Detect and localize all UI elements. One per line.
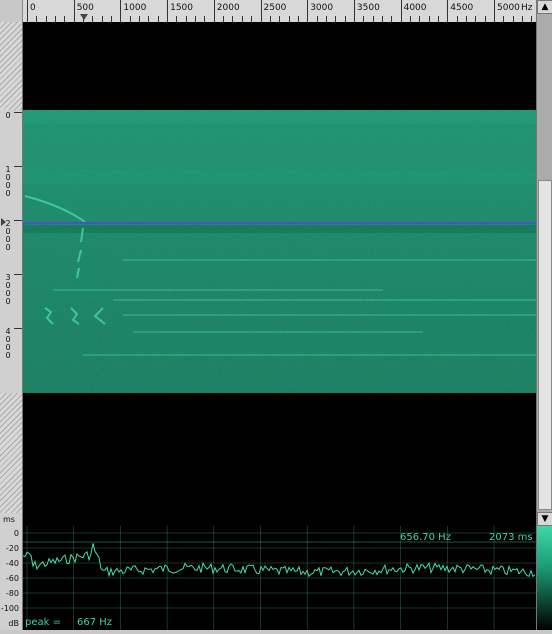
time-tick-label: 4000 bbox=[5, 327, 11, 360]
vertical-scrollbar[interactable]: ▲ ▼ bbox=[536, 0, 552, 526]
frequency-tick-label: 2500 bbox=[263, 3, 287, 13]
time-unit-label: ms bbox=[3, 515, 15, 524]
frequency-readout: 656.70 Hz bbox=[400, 532, 451, 543]
peak-readout: 667 Hz bbox=[77, 617, 113, 628]
spectrum-trace-svg bbox=[22, 526, 536, 630]
db-tick-label: -60 bbox=[5, 574, 19, 583]
db-tick-label: -20 bbox=[5, 544, 19, 553]
frequency-tick-label: 3000 bbox=[310, 3, 334, 13]
frequency-tick-label: 3500 bbox=[356, 3, 380, 13]
frequency-tick-label: 1500 bbox=[170, 3, 193, 13]
db-tick-label: -80 bbox=[5, 589, 19, 598]
frequency-major-tick bbox=[213, 0, 215, 22]
db-tick-label: -40 bbox=[5, 559, 19, 568]
frequency-tick-label: 5000 bbox=[497, 3, 520, 13]
scrollbar-thumb[interactable] bbox=[538, 180, 552, 510]
frequency-major-tick bbox=[167, 0, 169, 22]
db-tick-label: 0 bbox=[13, 529, 19, 538]
scroll-down-button[interactable]: ▼ bbox=[537, 512, 552, 526]
frequency-tick-label: 4000 bbox=[403, 3, 427, 13]
time-major-tick bbox=[14, 220, 22, 221]
frequency-major-tick bbox=[73, 0, 75, 22]
peak-label: peak = bbox=[25, 617, 61, 628]
frequency-major-tick bbox=[260, 0, 262, 22]
time-tick-label: 1000 bbox=[5, 165, 11, 198]
frequency-tick-label: 2000 bbox=[216, 3, 240, 13]
db-unit-label: dB bbox=[8, 619, 19, 628]
time-tick-label: 3000 bbox=[5, 273, 11, 306]
ruler-corner bbox=[0, 0, 23, 22]
spectrogram-image[interactable] bbox=[23, 110, 536, 393]
spectrum-graph[interactable]: 656.70 Hz 2073 ms peak = 667 Hz bbox=[22, 526, 536, 630]
frequency-major-tick bbox=[400, 0, 402, 22]
frequency-major-tick bbox=[447, 0, 449, 22]
time-major-tick bbox=[14, 328, 22, 329]
frequency-tick-label: 500 bbox=[76, 3, 94, 13]
spectrogram-view[interactable] bbox=[23, 22, 536, 526]
frequency-major-tick bbox=[353, 0, 355, 22]
time-major-tick bbox=[14, 166, 22, 167]
time-major-tick bbox=[14, 274, 22, 275]
ruler-hatch-bottom bbox=[0, 393, 22, 513]
time-readout: 2073 ms bbox=[489, 532, 533, 543]
frequency-marker-icon[interactable] bbox=[80, 14, 88, 20]
db-ruler: 0 -20 -40 -60 -80 -100 dB bbox=[0, 526, 23, 630]
spectrum-panel[interactable]: 0 -20 -40 -60 -80 -100 dB 656.70 Hz 2073 ms p… bbox=[0, 526, 536, 630]
time-marker-icon[interactable] bbox=[1, 218, 6, 226]
frequency-tick-label: 0 bbox=[30, 3, 36, 13]
spectrogram-features bbox=[23, 110, 536, 393]
ruler-hatch-top bbox=[0, 22, 22, 110]
frequency-major-tick bbox=[307, 0, 309, 22]
frequency-major-tick bbox=[27, 0, 28, 22]
db-tick-label: -100 bbox=[0, 604, 19, 613]
scroll-up-button[interactable]: ▲ bbox=[537, 0, 552, 14]
frequency-tick-label: 4500 bbox=[450, 3, 474, 13]
color-scale-bar bbox=[536, 526, 552, 630]
frequency-ruler[interactable]: 0 500 1000 1500 2000 2500 3000 3500 4000 4500 5000… bbox=[0, 0, 536, 23]
time-major-tick bbox=[14, 112, 22, 113]
time-ruler[interactable]: 0 1000 2000 3000 4000 ms bbox=[0, 22, 23, 526]
frequency-tick-label: 1000 bbox=[123, 3, 147, 13]
frequency-unit-label: Hz bbox=[521, 3, 533, 13]
frequency-major-tick bbox=[120, 0, 122, 22]
time-tick-label: 0 bbox=[5, 111, 11, 120]
frequency-major-tick bbox=[494, 0, 495, 22]
frequency-cursor-line[interactable] bbox=[23, 222, 536, 224]
